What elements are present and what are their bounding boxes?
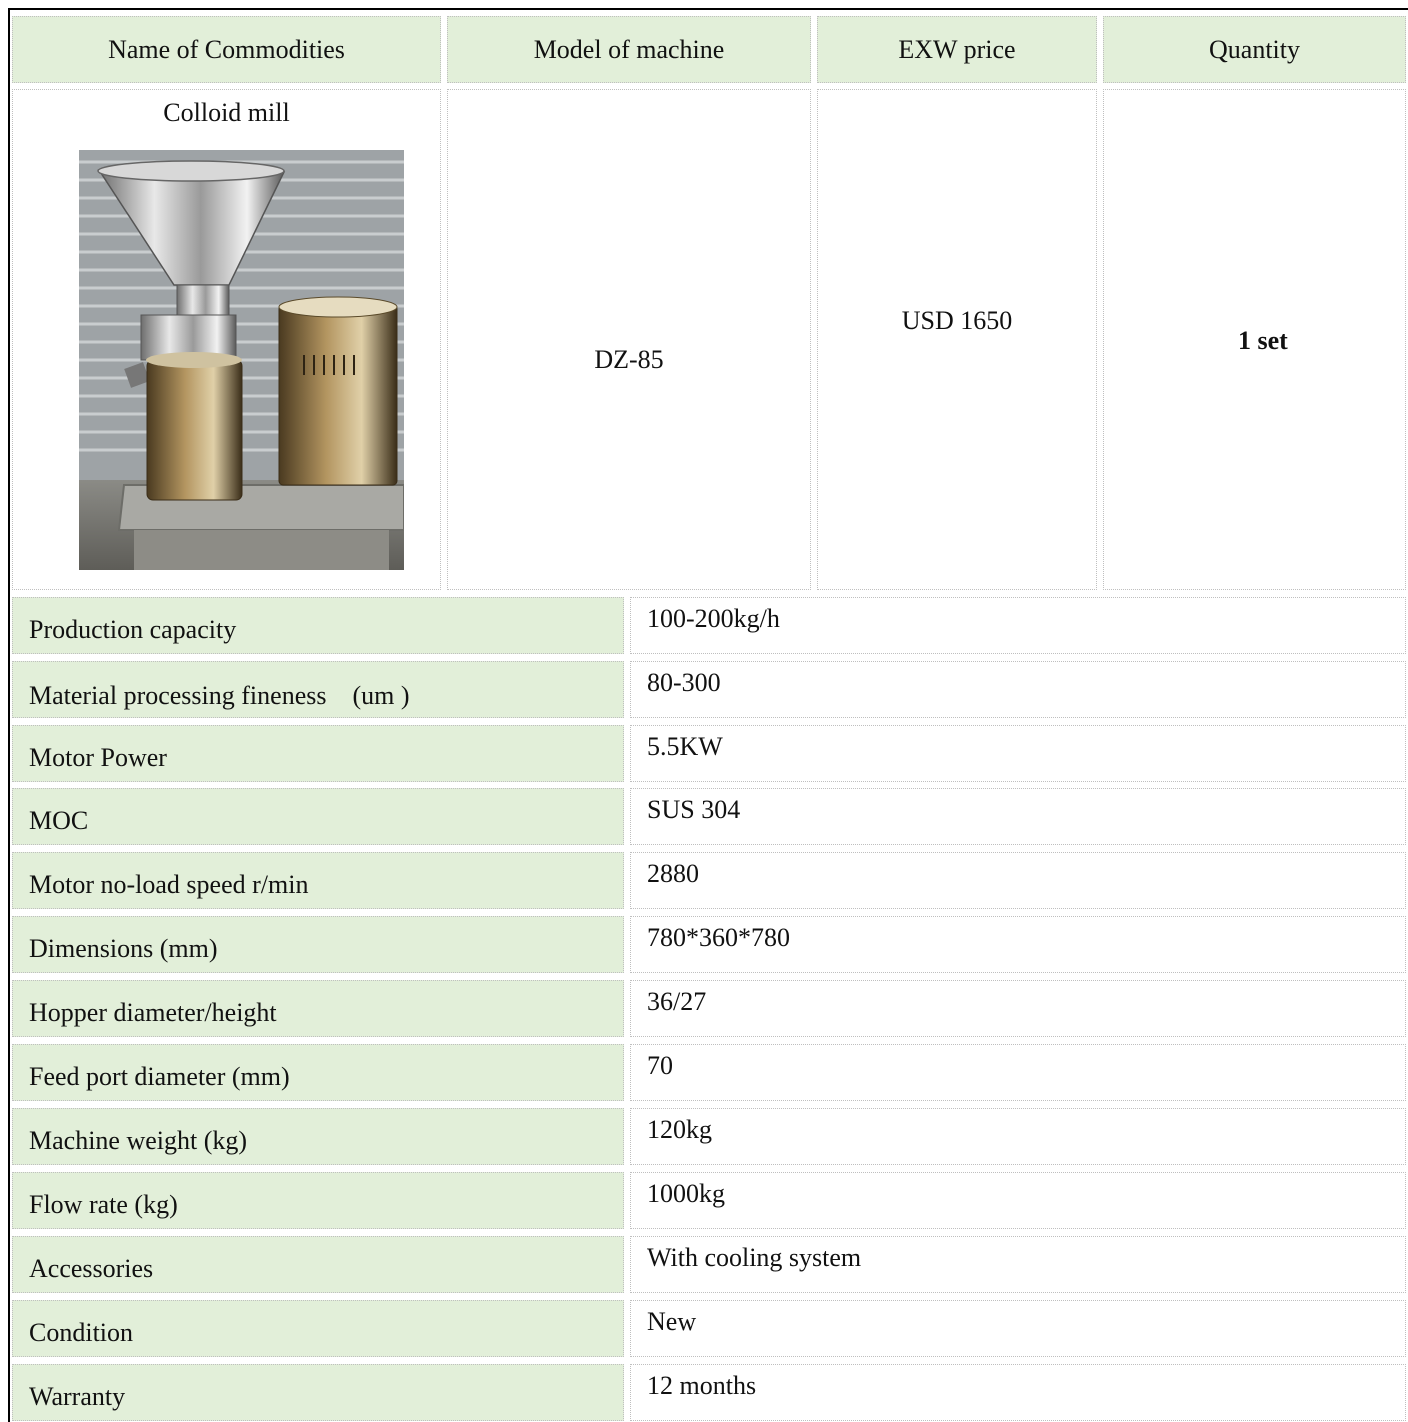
spec-label: Accessories [12, 1236, 624, 1293]
spec-value: 80-300 [630, 661, 1406, 718]
spec-value: 12 months [630, 1364, 1406, 1421]
header-label: Quantity [1209, 34, 1300, 64]
spec-value: 1000kg [630, 1172, 1406, 1229]
spec-value: New [630, 1300, 1406, 1357]
product-quantity: 1 set [1238, 326, 1288, 355]
spec-value: 70 [630, 1044, 1406, 1101]
product-name: Colloid mill [163, 98, 290, 127]
spec-value: 5.5KW [630, 725, 1406, 782]
spec-label: Feed port diameter (mm) [12, 1044, 624, 1101]
spec-value: With cooling system [630, 1236, 1406, 1293]
product-price: USD 1650 [901, 306, 1013, 335]
spec-value: 100-200kg/h [630, 597, 1406, 654]
spec-label: Machine weight (kg) [12, 1108, 624, 1165]
header-label: Name of Commodities [108, 34, 345, 64]
spec-label: Dimensions (mm) [12, 916, 624, 973]
product-price-cell: USD 1650 [817, 89, 1097, 590]
header-name-of-commodities: Name of Commodities [12, 16, 441, 83]
spec-value: 2880 [630, 852, 1406, 909]
spec-label: Flow rate (kg) [12, 1172, 624, 1229]
product-model: DZ-85 [594, 344, 664, 374]
spec-label: Motor Power [12, 725, 624, 782]
spec-label: Material processing fineness (um ) [12, 661, 624, 718]
spec-value: 36/27 [630, 980, 1406, 1037]
header-quantity: Quantity [1103, 16, 1406, 83]
spec-label: Hopper diameter/height [12, 980, 624, 1037]
spec-label: MOC [12, 788, 624, 845]
header-label: Model of machine [533, 34, 725, 64]
header-exw-price: EXW price [817, 16, 1097, 83]
product-quantity-cell: 1 set [1103, 89, 1406, 590]
spec-label: Motor no-load speed r/min [12, 852, 624, 909]
spec-value: 120kg [630, 1108, 1406, 1165]
header-model-of-machine: Model of machine [447, 16, 811, 83]
spec-value: SUS 304 [630, 788, 1406, 845]
spec-label: Condition [12, 1300, 624, 1357]
spec-label: Warranty [12, 1364, 624, 1421]
header-label: EXW price [898, 34, 1016, 64]
colloid-mill-photo [79, 150, 404, 570]
spec-label: Production capacity [12, 597, 624, 654]
product-model-cell: DZ-85 [447, 89, 811, 590]
spec-value: 780*360*780 [630, 916, 1406, 973]
